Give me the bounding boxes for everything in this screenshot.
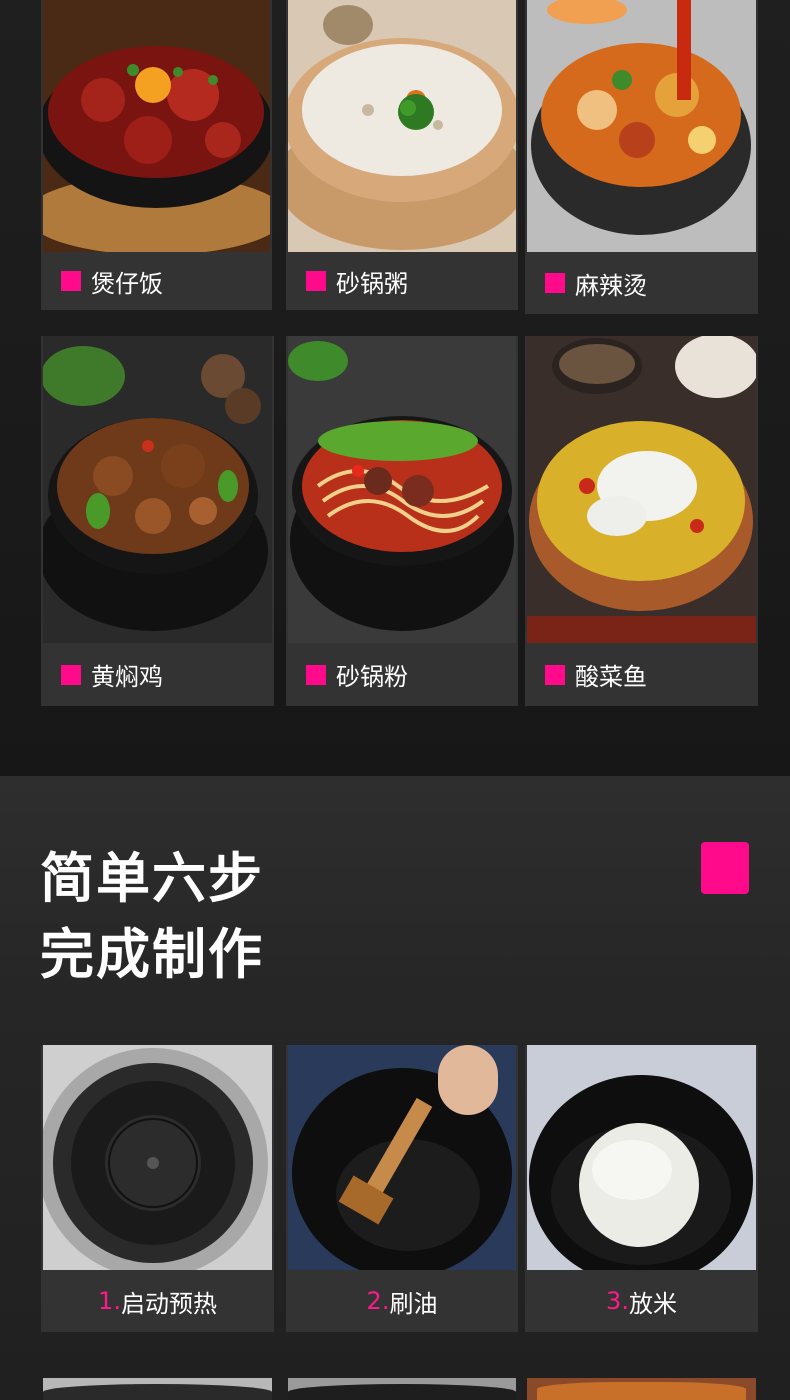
step-card-partial-4 [43,1378,272,1400]
preheat-photo [43,1045,272,1270]
dish-card-spicy-hot-pot[interactable]: 麻辣烫 [525,0,758,314]
dish-caption: 砂锅粉 [286,643,518,706]
dish-label: 煲仔饭 [91,269,163,298]
pink-square-icon [545,664,565,685]
step-card-brush-oil[interactable]: 2. 刷油 [286,1045,518,1332]
steps-title-line-2: 完成制作 [40,923,264,986]
dish-card-clay-pot-congee[interactable]: 砂锅粥 [286,0,518,310]
step-caption: 3. 放米 [525,1270,758,1332]
step-card-add-rice[interactable]: 3. 放米 [525,1045,758,1332]
dish-label: 黄焖鸡 [91,663,163,691]
step-label: 刷油 [389,1289,438,1318]
steps-title-line-1: 简单六步 [40,847,264,910]
step-card-preheat[interactable]: 1. 启动预热 [41,1045,274,1332]
dish-caption: 黄焖鸡 [41,643,274,706]
spicy-hot-pot-photo [527,0,756,252]
step-label: 启动预热 [120,1289,217,1318]
step-number: 1. [98,1287,121,1315]
dish-label: 砂锅粥 [336,269,408,298]
dish-card-pickled-cabbage-fish[interactable]: 酸菜鱼 [525,336,758,706]
pink-square-icon [61,664,81,685]
add-rice-photo [527,1045,756,1270]
accent-block-icon [701,842,749,894]
dish-caption: 麻辣烫 [525,252,758,314]
step-caption: 2. 刷油 [286,1270,518,1332]
dish-label: 砂锅粉 [336,663,408,691]
pickled-cabbage-fish-photo [527,336,756,643]
clay-pot-congee-photo [288,0,516,252]
braised-chicken-photo [43,336,272,643]
pink-square-icon [545,273,565,293]
dish-card-braised-chicken[interactable]: 黄焖鸡 [41,336,274,706]
dish-card-clay-pot-rice[interactable]: 煲仔饭 [41,0,272,310]
step-number: 3. [606,1287,629,1315]
step-card-partial-6 [527,1378,756,1400]
dish-label: 麻辣烫 [575,271,647,300]
dish-caption: 酸菜鱼 [525,643,758,706]
pink-square-icon [306,271,326,291]
dish-card-clay-pot-noodles[interactable]: 砂锅粉 [286,336,518,706]
clay-pot-noodles-photo [288,336,516,643]
dish-caption: 砂锅粥 [286,252,518,310]
dish-label: 酸菜鱼 [575,663,647,691]
step-label: 放米 [628,1289,677,1318]
step-card-partial-5 [288,1378,516,1400]
dish-caption: 煲仔饭 [41,252,272,310]
clay-pot-rice-photo [43,0,270,252]
brush-oil-photo [288,1045,516,1270]
pink-square-icon [61,271,81,291]
pink-square-icon [306,664,326,685]
step-number: 2. [366,1287,390,1315]
step-caption: 1. 启动预热 [41,1270,274,1332]
